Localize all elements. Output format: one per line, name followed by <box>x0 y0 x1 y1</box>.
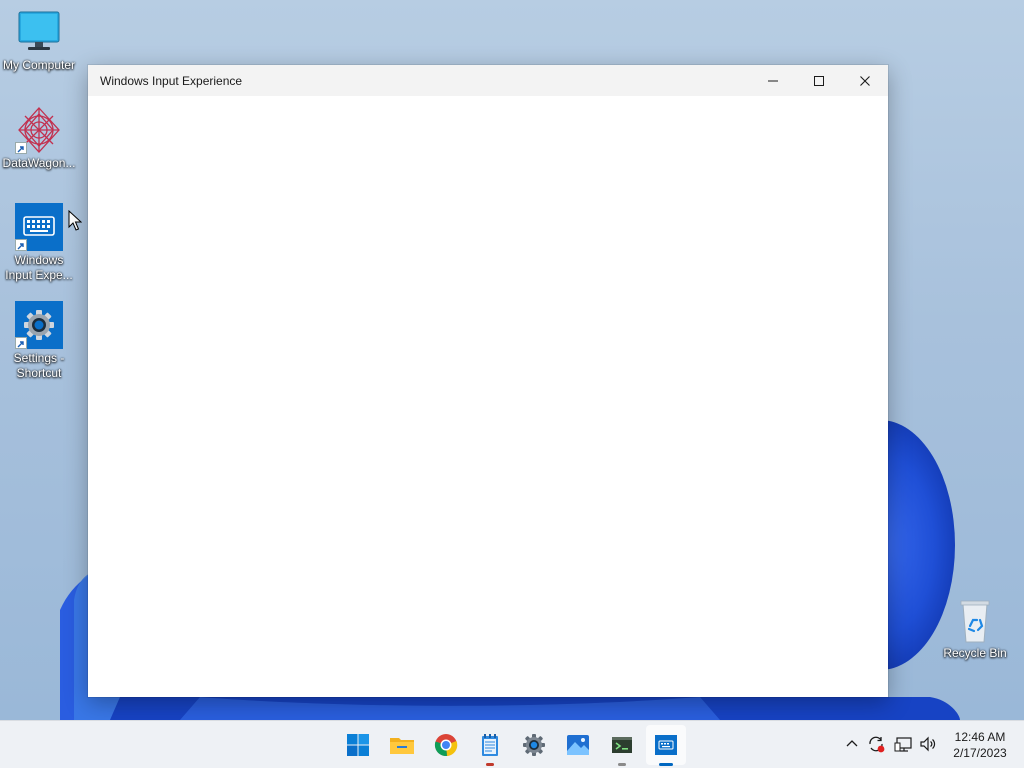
desktop-icon-label: DataWagon... <box>2 156 76 170</box>
keyboard-icon <box>655 735 677 755</box>
desktop-icon-my-computer[interactable]: My Computer <box>1 8 77 73</box>
taskbar-clock[interactable]: 12:46 AM 2/17/2023 <box>944 729 1016 761</box>
taskbar: 12:46 AM 2/17/2023 <box>0 720 1024 768</box>
window-titlebar[interactable]: Windows Input Experience <box>88 65 888 96</box>
minimize-icon <box>768 80 778 81</box>
close-button[interactable] <box>842 65 888 96</box>
chrome-icon <box>434 734 458 757</box>
tray-sync[interactable] <box>865 733 887 755</box>
taskbar-chrome[interactable] <box>426 725 466 765</box>
windows-input-experience-window[interactable]: Windows Input Experience <box>88 65 888 697</box>
taskbar-notepad[interactable] <box>470 725 510 766</box>
photos-icon <box>567 735 589 755</box>
monitor-icon <box>15 8 63 56</box>
maximize-button[interactable] <box>796 65 842 96</box>
desktop-icon-label: Windows Input Expe... <box>5 253 73 282</box>
show-hidden-icons-button[interactable] <box>841 733 863 755</box>
shortcut-arrow-icon <box>15 142 27 154</box>
tray-network[interactable] <box>893 733 915 755</box>
maximize-icon <box>814 75 824 86</box>
taskbar-settings[interactable] <box>514 725 554 765</box>
chevron-up-icon <box>846 740 858 747</box>
taskbar-file-explorer[interactable] <box>382 725 422 765</box>
sync-icon <box>869 736 885 753</box>
volume-icon <box>920 736 936 752</box>
taskbar-photos[interactable] <box>558 725 598 765</box>
shortcut-arrow-icon <box>15 239 27 251</box>
window-content <box>88 96 888 697</box>
shortcut-arrow-icon <box>15 337 27 349</box>
running-indicator <box>659 763 673 766</box>
keyboard-icon <box>15 203 63 251</box>
desktop-icon-windows-input-experience[interactable]: Windows Input Expe... <box>1 203 77 283</box>
notepad-icon <box>482 734 498 756</box>
windows-start-icon <box>347 734 369 756</box>
taskbar-terminal[interactable] <box>602 725 642 766</box>
terminal-icon <box>612 737 632 753</box>
folder-icon <box>390 738 414 754</box>
running-indicator <box>486 763 494 766</box>
mouse-cursor <box>68 209 83 237</box>
desktop-icon-label: Settings - Shortcut <box>13 351 65 380</box>
desktop-icon-datawagon[interactable]: DataWagon... <box>1 106 77 171</box>
gear-icon <box>15 301 63 349</box>
tray-volume[interactable] <box>917 733 939 755</box>
close-icon <box>860 75 870 86</box>
window-title: Windows Input Experience <box>100 74 243 88</box>
desktop-icon-recycle-bin[interactable]: Recycle Bin <box>937 596 1013 661</box>
taskbar-windows-input-experience[interactable] <box>646 725 686 766</box>
desktop-icon-label: Recycle Bin <box>943 646 1007 660</box>
clock-time: 12:46 AM <box>954 730 1006 744</box>
start-button[interactable] <box>338 725 378 765</box>
network-icon <box>894 737 912 752</box>
recycle-bin-icon <box>951 596 999 644</box>
datawagon-icon <box>15 106 63 154</box>
clock-date: 2/17/2023 <box>953 746 1007 760</box>
gear-icon <box>523 734 545 756</box>
running-indicator <box>618 763 626 766</box>
desktop-icon-settings-shortcut[interactable]: Settings - Shortcut <box>1 301 77 381</box>
minimize-button[interactable] <box>750 65 796 96</box>
desktop-icon-label: My Computer <box>2 58 76 72</box>
